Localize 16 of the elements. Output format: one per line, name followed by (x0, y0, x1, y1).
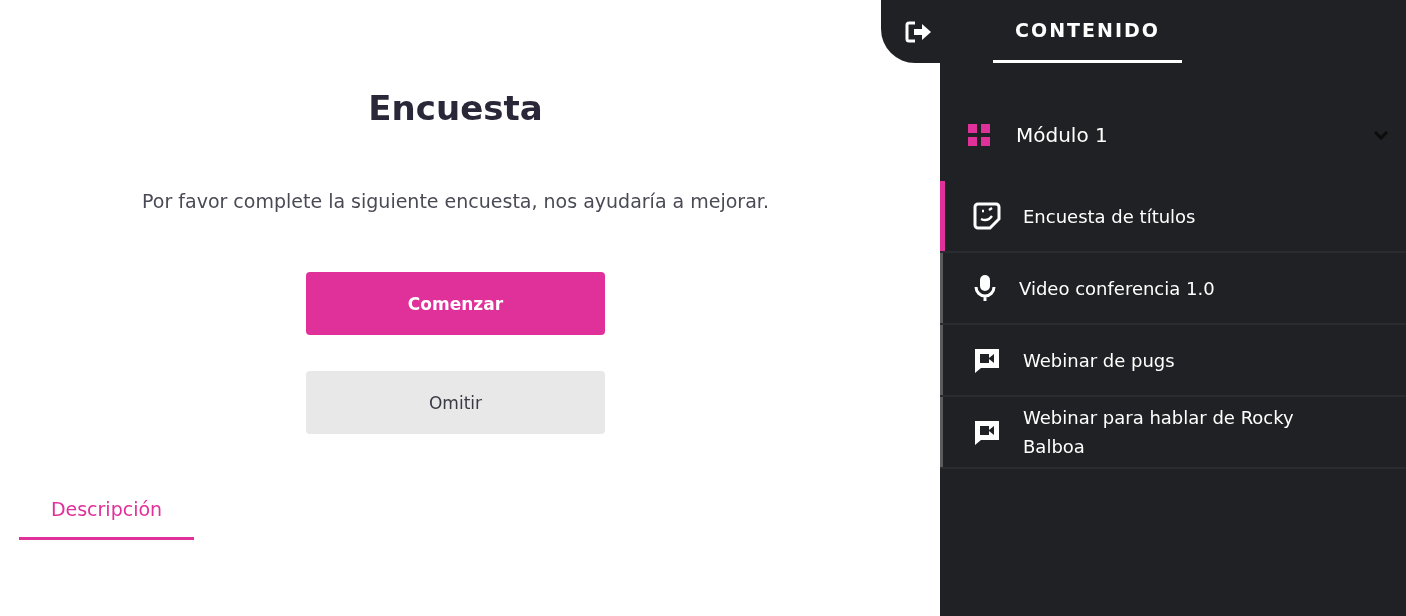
start-button[interactable]: Comenzar (306, 272, 605, 335)
page-title: Encuesta (368, 88, 543, 128)
description-tab[interactable]: Descripción (19, 488, 194, 540)
exit-icon[interactable] (905, 20, 933, 43)
microphone-icon (973, 274, 997, 302)
lesson-item[interactable]: Encuesta de títulos (940, 181, 1406, 253)
instruction-text: Por favor complete la siguiente encuesta, nos ayudaría a mejorar. (142, 190, 769, 212)
sticker-icon (973, 202, 1001, 230)
skip-button[interactable]: Omitir (306, 371, 605, 434)
module-title[interactable]: Módulo 1 (1016, 123, 1348, 147)
lesson-item[interactable]: Video conferencia 1.0 (940, 253, 1406, 325)
lesson-item[interactable]: Webinar para hablar de Rocky Balboa (940, 397, 1406, 469)
lesson-item[interactable]: Webinar de pugs (940, 325, 1406, 397)
video-chat-icon (973, 419, 1001, 445)
video-chat-icon (973, 347, 1001, 373)
grid-icon (968, 124, 990, 146)
